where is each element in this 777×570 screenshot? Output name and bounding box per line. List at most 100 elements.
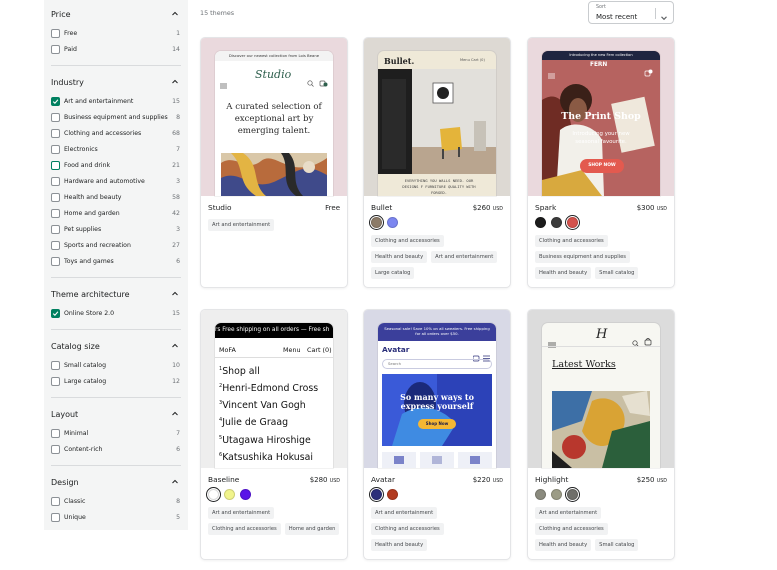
- preview-nav: Menu Cart (0): [460, 58, 485, 62]
- color-swatch[interactable]: [240, 489, 251, 500]
- sort-select[interactable]: Sort Most recent: [588, 1, 674, 24]
- color-swatch[interactable]: [387, 217, 398, 228]
- filter-option[interactable]: Hardware and automotive 3: [51, 173, 180, 189]
- theme-preview-baseline[interactable]: rs Free shipping on all orders — Free sh…: [201, 310, 347, 468]
- theme-name[interactable]: Bullet: [371, 203, 392, 212]
- checkbox[interactable]: [51, 96, 60, 106]
- filter-option[interactable]: Online Store 2.0 15: [51, 305, 180, 321]
- color-swatch[interactable]: [208, 489, 219, 500]
- filter-section-header[interactable]: Design: [51, 474, 180, 490]
- preview-hero-image: [542, 60, 660, 196]
- checkbox[interactable]: [51, 376, 60, 386]
- chevron-up-icon[interactable]: [170, 477, 180, 487]
- filter-section-header[interactable]: Industry: [51, 74, 180, 90]
- checkbox[interactable]: [51, 144, 60, 154]
- filter-section-header[interactable]: Layout: [51, 406, 180, 422]
- theme-name[interactable]: Baseline: [208, 475, 239, 484]
- filter-option[interactable]: Free 1: [51, 25, 180, 41]
- filter-option[interactable]: Home and garden 42: [51, 205, 180, 221]
- filter-option[interactable]: Unique 5: [51, 509, 180, 525]
- theme-card-highlight[interactable]: H Latest Works Highlight $250 USD Art an…: [527, 309, 675, 560]
- chevron-up-icon[interactable]: [170, 77, 180, 87]
- preview-logo: H: [596, 327, 608, 342]
- checkbox[interactable]: [51, 160, 60, 170]
- filter-option[interactable]: Small catalog 10: [51, 357, 180, 373]
- theme-card-spark[interactable]: Introducing the new Fern collection FERN: [527, 37, 675, 288]
- preview-headline: So many ways to express yourself: [400, 392, 474, 411]
- filter-option[interactable]: Toys and games 6: [51, 253, 180, 269]
- filter-section-header[interactable]: Price: [51, 6, 180, 22]
- filter-option-label: Health and beauty: [64, 193, 122, 201]
- filter-option[interactable]: Sports and recreation 27: [51, 237, 180, 253]
- filter-option[interactable]: Minimal 7: [51, 425, 180, 441]
- theme-name[interactable]: Spark: [535, 203, 556, 212]
- color-swatch[interactable]: [551, 489, 562, 500]
- filter-option[interactable]: Classic 8: [51, 493, 180, 509]
- checkbox[interactable]: [51, 192, 60, 202]
- checkbox[interactable]: [51, 128, 60, 138]
- filter-option[interactable]: Electronics 7: [51, 141, 180, 157]
- theme-name[interactable]: Avatar: [371, 475, 395, 484]
- filter-option[interactable]: Pet supplies 3: [51, 221, 180, 237]
- chevron-up-icon[interactable]: [170, 409, 180, 419]
- color-swatch[interactable]: [224, 489, 235, 500]
- checkbox[interactable]: [51, 28, 60, 38]
- filter-option[interactable]: Paid 14: [51, 41, 180, 57]
- theme-name[interactable]: Highlight: [535, 475, 568, 484]
- menu-icon: [548, 333, 556, 352]
- filter-option[interactable]: Large catalog 12: [51, 373, 180, 389]
- sort-divider: [655, 8, 656, 19]
- color-swatch[interactable]: [535, 217, 546, 228]
- checkbox[interactable]: [51, 360, 60, 370]
- preview-art-image: [221, 153, 327, 196]
- filter-option[interactable]: Content-rich 6: [51, 441, 180, 457]
- theme-preview-spark[interactable]: Introducing the new Fern collection FERN: [528, 38, 674, 196]
- checkbox[interactable]: [51, 240, 60, 250]
- checkbox[interactable]: [51, 496, 60, 506]
- theme-card-studio[interactable]: Discover our newest collection from Lois…: [200, 37, 348, 288]
- checkbox[interactable]: [51, 428, 60, 438]
- theme-card-avatar[interactable]: Seasonal sale! Save 10% on all sweaters.…: [363, 309, 511, 560]
- theme-preview-avatar[interactable]: Seasonal sale! Save 10% on all sweaters.…: [364, 310, 510, 468]
- checkbox[interactable]: [51, 512, 60, 522]
- checkbox[interactable]: [51, 224, 60, 234]
- color-swatch[interactable]: [551, 217, 562, 228]
- section-divider: [51, 65, 181, 66]
- theme-name[interactable]: Studio: [208, 203, 232, 212]
- theme-card-baseline[interactable]: rs Free shipping on all orders — Free sh…: [200, 309, 348, 560]
- chevron-up-icon[interactable]: [170, 341, 180, 351]
- preview-list-item: 1Shop all: [219, 362, 333, 379]
- industry-tag: Small catalog: [595, 267, 639, 279]
- chevron-up-icon[interactable]: [170, 9, 180, 19]
- filter-option[interactable]: Art and entertainment 15: [51, 93, 180, 109]
- color-swatch[interactable]: [535, 489, 546, 500]
- color-swatch[interactable]: [371, 489, 382, 500]
- checkbox[interactable]: [51, 208, 60, 218]
- filter-option[interactable]: Health and beauty 58: [51, 189, 180, 205]
- theme-card-bullet[interactable]: Bullet. Menu Cart (0) EVERYTHING YOU WAL…: [363, 37, 511, 288]
- color-swatch[interactable]: [371, 217, 382, 228]
- theme-preview-studio[interactable]: Discover our newest collection from Lois…: [201, 38, 347, 196]
- checkbox[interactable]: [51, 256, 60, 266]
- filter-option[interactable]: Business equipment and supplies 8: [51, 109, 180, 125]
- checkbox[interactable]: [51, 112, 60, 122]
- filter-section-header[interactable]: Catalog size: [51, 338, 180, 354]
- theme-preview-highlight[interactable]: H Latest Works: [528, 310, 674, 468]
- color-swatch[interactable]: [567, 217, 578, 228]
- preview-search: Search: [382, 359, 492, 369]
- filter-section-header[interactable]: Theme architecture: [51, 286, 180, 302]
- theme-info: Baseline $280 USD Art and entertainment C…: [201, 468, 347, 535]
- checkbox[interactable]: [51, 176, 60, 186]
- section-divider: [51, 465, 181, 466]
- theme-preview-bullet[interactable]: Bullet. Menu Cart (0) EVERYTHING YOU WAL…: [364, 38, 510, 196]
- filter-option[interactable]: Food and drink 21: [51, 157, 180, 173]
- color-swatch[interactable]: [387, 489, 398, 500]
- filter-option[interactable]: Clothing and accessories 68: [51, 125, 180, 141]
- checkbox[interactable]: [51, 308, 60, 318]
- checkbox[interactable]: [51, 444, 60, 454]
- preview-list-item: 2Henri-Edmond Cross: [219, 379, 333, 396]
- industry-tag: Business equipment and supplies: [535, 251, 631, 263]
- color-swatch[interactable]: [567, 489, 578, 500]
- chevron-up-icon[interactable]: [170, 289, 180, 299]
- checkbox[interactable]: [51, 44, 60, 54]
